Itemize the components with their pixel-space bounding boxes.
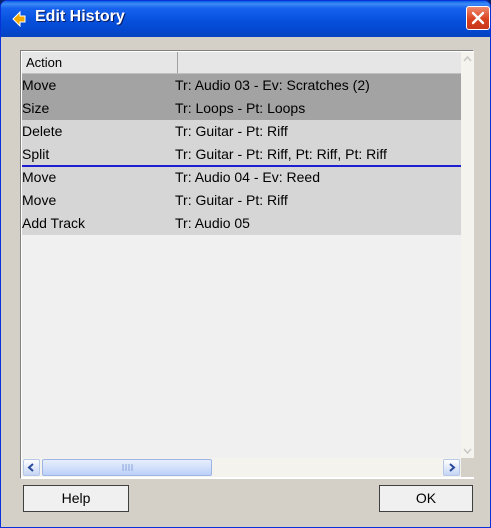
table-header: Action: [22, 52, 461, 74]
table-row[interactable]: Delete Tr: Guitar - Pt: Riff: [22, 120, 461, 143]
details-cell: Tr: Audio 03 - Ev: Scratches (2): [175, 77, 370, 93]
table-row[interactable]: Size Tr: Loops - Pt: Loops: [22, 97, 461, 120]
action-cell: Size: [22, 100, 50, 116]
details-cell: Tr: Audio 04 - Ev: Reed: [175, 169, 320, 185]
scroll-left-button[interactable]: [23, 459, 40, 476]
horizontal-scroll-thumb[interactable]: [42, 459, 212, 476]
chevron-left-icon: [27, 463, 34, 472]
column-header-action[interactable]: Action: [22, 52, 178, 73]
action-cell: Move: [22, 192, 57, 208]
scroll-down-button[interactable]: [461, 444, 474, 458]
history-list[interactable]: Action Move Tr: Audio 03 - Ev: Scratches …: [20, 50, 474, 479]
details-cell: Tr: Guitar - Pt: Riff, Pt: Riff, Pt: Rif…: [175, 146, 387, 162]
chevron-down-icon: [463, 448, 472, 455]
action-cell: Split: [22, 146, 50, 162]
details-cell: Tr: Loops - Pt: Loops: [175, 100, 306, 116]
history-list-content: Action Move Tr: Audio 03 - Ev: Scratches …: [22, 52, 461, 458]
undo-position-marker[interactable]: [22, 165, 461, 167]
table-row[interactable]: Add Track Tr: Audio 05: [22, 212, 461, 235]
scroll-right-button[interactable]: [443, 459, 460, 476]
horizontal-scrollbar[interactable]: [22, 458, 461, 477]
close-icon: [471, 11, 485, 25]
action-cell: Delete: [22, 123, 63, 139]
help-button[interactable]: Help: [23, 485, 129, 512]
action-cell: Add Track: [22, 215, 86, 231]
details-cell: Tr: Guitar - Pt: Riff: [175, 192, 288, 208]
action-cell: Move: [22, 77, 57, 93]
table-row[interactable]: Move Tr: Audio 03 - Ev: Scratches (2): [22, 74, 461, 97]
close-button[interactable]: [466, 6, 490, 30]
column-header-details[interactable]: [178, 52, 461, 73]
table-row[interactable]: Split Tr: Guitar - Pt: Riff, Pt: Riff, Pt…: [22, 143, 461, 166]
table-row[interactable]: Move Tr: Audio 04 - Ev: Reed: [22, 166, 461, 189]
scroll-up-button[interactable]: [461, 52, 474, 66]
chevron-right-icon: [449, 463, 456, 472]
app-icon: [11, 10, 27, 28]
title-bar[interactable]: Edit History: [1, 1, 490, 37]
scrollbar-corner: [461, 458, 474, 477]
table-row[interactable]: Move Tr: Guitar - Pt: Riff: [22, 189, 461, 212]
window-title: Edit History: [35, 8, 125, 25]
dialog-body: Action Move Tr: Audio 03 - Ev: Scratches …: [4, 37, 489, 526]
action-cell: Move: [22, 169, 57, 185]
details-cell: Tr: Guitar - Pt: Riff: [175, 123, 288, 139]
details-cell: Tr: Audio 05: [175, 215, 250, 231]
grip-icon: [122, 464, 133, 471]
edit-history-window: Edit History Action Move Tr: Audio 03 - E…: [0, 0, 491, 528]
vertical-scrollbar[interactable]: [461, 52, 474, 458]
chevron-up-icon: [463, 55, 472, 62]
ok-button[interactable]: OK: [379, 485, 473, 512]
